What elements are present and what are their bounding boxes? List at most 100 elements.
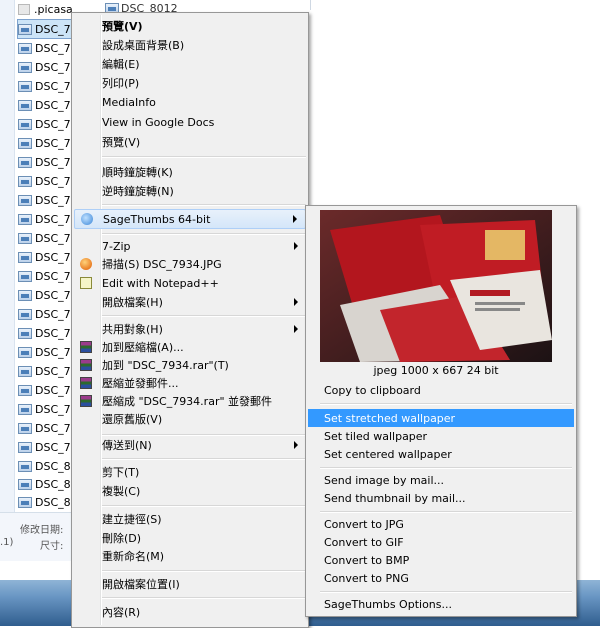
menu-item-open-with[interactable]: 開啟檔案(H) <box>74 293 306 311</box>
navigation-pane-edge <box>0 0 15 515</box>
winrar-icon <box>80 377 92 389</box>
details-fragment: .1) <box>0 537 14 548</box>
submenu-convert-to-gif[interactable]: Convert to GIF <box>308 533 574 551</box>
menu-item-rotate-counterclockwise[interactable]: 逆時鐘旋轉(N) <box>74 182 306 200</box>
menu-separator <box>102 570 306 572</box>
menu-item-compress-and-email[interactable]: 壓縮並發郵件... <box>74 374 306 392</box>
thumbnail-preview <box>320 210 552 362</box>
submenu-arrow-icon <box>294 325 298 333</box>
menu-item-rename[interactable]: 重新命名(M) <box>74 547 306 565</box>
submenu-arrow-icon <box>294 441 298 449</box>
menu-separator <box>102 156 306 158</box>
image-file-icon <box>18 308 32 320</box>
image-file-icon <box>18 42 32 54</box>
size-label: 尺寸: <box>40 541 64 552</box>
submenu-arrow-icon <box>293 215 297 223</box>
image-file-icon <box>18 460 32 472</box>
image-file-icon <box>18 99 32 111</box>
image-file-icon <box>18 365 32 377</box>
submenu-copy-to-clipboard[interactable]: Copy to clipboard <box>308 381 574 399</box>
image-file-icon <box>18 156 32 168</box>
menu-item-add-to-rar[interactable]: 加到 "DSC_7934.rar"(T) <box>74 356 306 374</box>
preview-pane-edge <box>310 0 600 10</box>
menu-item-preview[interactable]: 預覽(V) <box>74 133 306 151</box>
scan-icon <box>80 258 92 270</box>
image-file-icon <box>18 478 32 490</box>
sagethumbs-icon <box>81 213 93 225</box>
menu-item-properties[interactable]: 內容(R) <box>74 603 306 621</box>
menu-item-sagethumbs[interactable]: SageThumbs 64-bit <box>74 209 306 229</box>
image-file-icon <box>18 289 32 301</box>
menu-item-print[interactable]: 列印(P) <box>74 74 306 92</box>
menu-item-edit-notepad[interactable]: Edit with Notepad++ <box>74 274 306 292</box>
image-file-icon <box>18 251 32 263</box>
menu-item-delete[interactable]: 刪除(D) <box>74 529 306 547</box>
menu-separator <box>102 505 306 507</box>
image-info: jpeg 1000 x 667 24 bit <box>373 364 499 377</box>
menu-item-7zip[interactable]: 7-Zip <box>74 237 306 255</box>
menu-separator <box>102 597 306 599</box>
context-menu: 預覽(V) 設成桌面背景(B) 編輯(E) 列印(P) MediaInfo Vi… <box>71 12 309 628</box>
menu-separator <box>102 315 306 317</box>
winrar-icon <box>80 395 92 407</box>
image-file-icon <box>18 80 32 92</box>
submenu-send-image-by-mail[interactable]: Send image by mail... <box>308 471 574 489</box>
menu-item-mediainfo[interactable]: MediaInfo <box>74 93 306 111</box>
image-file-icon <box>18 23 32 35</box>
menu-item-compress-rar-and-email[interactable]: 壓縮成 "DSC_7934.rar" 並發郵件 <box>74 392 306 410</box>
menu-item-set-desktop-background[interactable]: 設成桌面背景(B) <box>74 36 306 54</box>
menu-item-rotate-clockwise[interactable]: 順時鐘旋轉(K) <box>74 163 306 181</box>
image-file-icon <box>18 270 32 282</box>
winrar-icon <box>80 341 92 353</box>
thumbnail-image <box>320 210 552 362</box>
submenu-send-thumbnail-by-mail[interactable]: Send thumbnail by mail... <box>308 489 574 507</box>
image-file-icon <box>18 441 32 453</box>
submenu-set-stretched-wallpaper[interactable]: Set stretched wallpaper <box>308 409 574 427</box>
submenu-arrow-icon <box>294 298 298 306</box>
submenu-set-centered-wallpaper[interactable]: Set centered wallpaper <box>308 445 574 463</box>
menu-separator <box>102 204 306 206</box>
menu-item-share-with[interactable]: 共用對象(H) <box>74 320 306 338</box>
menu-separator <box>102 233 306 235</box>
submenu-convert-to-png[interactable]: Convert to PNG <box>308 569 574 587</box>
menu-separator <box>320 591 572 593</box>
image-file-icon <box>18 118 32 130</box>
image-file-icon <box>18 422 32 434</box>
submenu-arrow-icon <box>294 242 298 250</box>
image-file-icon <box>18 137 32 149</box>
image-file-icon <box>18 232 32 244</box>
menu-item-send-to[interactable]: 傳送到(N) <box>74 436 306 454</box>
document-icon <box>18 3 30 15</box>
submenu-convert-to-bmp[interactable]: Convert to BMP <box>308 551 574 569</box>
modified-label: 修改日期: <box>20 525 64 536</box>
menu-item-restore-previous[interactable]: 還原舊版(V) <box>74 410 306 428</box>
submenu-set-tiled-wallpaper[interactable]: Set tiled wallpaper <box>308 427 574 445</box>
menu-item-edit[interactable]: 編輯(E) <box>74 55 306 73</box>
menu-separator <box>102 458 306 460</box>
menu-item-scan[interactable]: 掃描(S) DSC_7934.JPG <box>74 255 306 273</box>
menu-separator <box>320 511 572 513</box>
menu-item-create-shortcut[interactable]: 建立捷徑(S) <box>74 510 306 528</box>
sagethumbs-submenu: jpeg 1000 x 667 24 bit Copy to clipboard… <box>305 205 577 617</box>
menu-separator <box>320 403 572 405</box>
menu-item-preview-default[interactable]: 預覽(V) <box>74 17 306 35</box>
image-file-icon <box>18 496 32 508</box>
image-file-icon <box>18 346 32 358</box>
image-file-icon <box>18 194 32 206</box>
image-file-icon <box>18 61 32 73</box>
notepad-icon <box>80 277 92 289</box>
submenu-sagethumbs-options[interactable]: SageThumbs Options... <box>308 595 574 613</box>
image-file-icon <box>18 175 32 187</box>
menu-separator <box>320 467 572 469</box>
menu-item-open-file-location[interactable]: 開啟檔案位置(I) <box>74 575 306 593</box>
image-file-icon <box>18 403 32 415</box>
winrar-icon <box>80 359 92 371</box>
menu-item-copy[interactable]: 複製(C) <box>74 482 306 500</box>
image-file-icon <box>18 384 32 396</box>
image-file-icon <box>18 213 32 225</box>
submenu-convert-to-jpg[interactable]: Convert to JPG <box>308 515 574 533</box>
image-file-icon <box>18 327 32 339</box>
menu-item-view-google-docs[interactable]: View in Google Docs <box>74 113 306 131</box>
menu-item-add-to-archive[interactable]: 加到壓縮檔(A)... <box>74 338 306 356</box>
menu-item-cut[interactable]: 剪下(T) <box>74 463 306 481</box>
